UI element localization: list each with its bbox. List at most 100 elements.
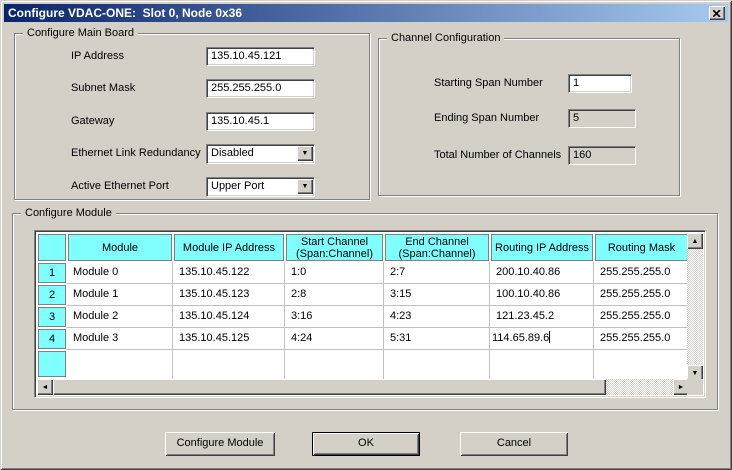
vertical-scrollbar-track[interactable]	[687, 249, 703, 365]
up-arrow-icon: ▲	[692, 238, 699, 245]
row-header-filler-cell	[38, 351, 66, 377]
table-cell[interactable]: Module 1	[67, 284, 173, 306]
row-header[interactable]: 3	[38, 307, 66, 327]
module-table: ModuleModule IP AddressStart Channel (Sp…	[34, 230, 706, 398]
left-arrow-icon: ◄	[42, 384, 49, 391]
row-header-filler	[37, 350, 67, 379]
starting-span-value: 1	[573, 77, 579, 89]
table-row: 4Module 3135.10.45.1254:245:31114.65.89.…	[37, 328, 689, 350]
scroll-left-button[interactable]: ◄	[37, 379, 53, 395]
table-cell[interactable]: 3:15	[384, 284, 490, 306]
empty-cell	[67, 350, 173, 379]
channel-config-group-label: Channel Configuration	[387, 32, 504, 45]
table-cell[interactable]: 255.255.255.0	[594, 306, 689, 328]
gateway-label: Gateway	[71, 112, 114, 131]
column-header: End Channel (Span:Channel)	[385, 234, 489, 261]
starting-span-input[interactable]: 1	[568, 74, 632, 93]
active-ethernet-port-select[interactable]: Upper Port ▼	[206, 177, 315, 197]
total-channels-label: Total Number of Channels	[434, 146, 561, 165]
active-ethernet-port-dropdown-button[interactable]: ▼	[297, 179, 313, 194]
ending-span-input: 5	[568, 109, 636, 128]
table-cell[interactable]: 135.10.45.122	[173, 262, 285, 284]
table-cell[interactable]: 1:0	[285, 262, 384, 284]
table-cell[interactable]: 2:7	[384, 262, 490, 284]
table-cell[interactable]: 3:16	[285, 306, 384, 328]
ending-span-value: 5	[573, 112, 579, 124]
table-cell[interactable]: Module 2	[67, 306, 173, 328]
table-cell[interactable]: 121.23.45.2	[490, 306, 594, 328]
ip-address-value: 135.10.45.121	[211, 50, 281, 62]
corner-header-cell	[38, 234, 66, 261]
starting-span-label: Starting Span Number	[434, 74, 543, 93]
table-header-row: ModuleModule IP AddressStart Channel (Sp…	[37, 233, 689, 262]
empty-cell	[384, 350, 490, 379]
active-ethernet-port-value: Upper Port	[211, 180, 264, 192]
total-channels-value: 160	[573, 149, 591, 161]
total-channels-input: 160	[568, 146, 636, 165]
configure-module-button[interactable]: Configure Module	[165, 432, 275, 456]
table-cell[interactable]: Module 0	[67, 262, 173, 284]
ip-address-input[interactable]: 135.10.45.121	[206, 47, 315, 66]
channel-config-group: Channel Configuration Starting Span Numb…	[378, 38, 680, 196]
row-header[interactable]: 2	[38, 285, 66, 305]
subnet-mask-label: Subnet Mask	[71, 79, 135, 98]
column-header: Start Channel (Span:Channel)	[286, 234, 383, 261]
ending-span-label: Ending Span Number	[434, 109, 539, 128]
down-arrow-icon: ▼	[692, 370, 699, 377]
table-cell[interactable]: 4:24	[285, 328, 384, 350]
horizontal-scrollbar-thumb[interactable]	[53, 379, 606, 395]
text-caret	[549, 331, 550, 343]
table-cell[interactable]: 100.10.40.86	[490, 284, 594, 306]
empty-cell	[285, 350, 384, 379]
scrollbar-corner	[687, 379, 703, 395]
table-cell[interactable]: 200.10.40.86	[490, 262, 594, 284]
gateway-input[interactable]: 135.10.45.1	[206, 112, 315, 131]
scroll-up-button[interactable]: ▲	[687, 233, 703, 249]
table-cell[interactable]: 255.255.255.0	[594, 284, 689, 306]
table-cell[interactable]: 135.10.45.123	[173, 284, 285, 306]
row-header[interactable]: 4	[38, 329, 66, 349]
table-cell[interactable]: 2:8	[285, 284, 384, 306]
column-header: Module	[68, 234, 172, 261]
chevron-down-icon: ▼	[302, 150, 309, 157]
title-bar[interactable]: Configure VDAC-ONE: Slot 0, Node 0x36	[4, 4, 728, 22]
ethernet-link-redundancy-label: Ethernet Link Redundancy	[71, 144, 201, 163]
table-cell[interactable]: 255.255.255.0	[594, 262, 689, 284]
table-row: 2Module 1135.10.45.1232:83:15100.10.40.8…	[37, 284, 689, 306]
right-arrow-icon: ►	[678, 384, 685, 391]
ok-button[interactable]: OK	[312, 432, 420, 456]
empty-cell	[594, 350, 689, 379]
row-header[interactable]: 1	[38, 263, 66, 283]
configure-module-group: Configure Module ModuleModule IP Address…	[12, 213, 718, 410]
table-row: 3Module 2135.10.45.1243:164:23121.23.45.…	[37, 306, 689, 328]
cancel-button[interactable]: Cancel	[460, 432, 568, 456]
table-cell[interactable]: 135.10.45.125	[173, 328, 285, 350]
active-ethernet-port-label: Active Ethernet Port	[71, 177, 169, 196]
close-icon	[713, 10, 721, 17]
table-cell[interactable]: 114.65.89.6	[490, 328, 594, 350]
table-cell[interactable]: Module 3	[67, 328, 173, 350]
table-empty-area	[37, 350, 689, 379]
dialog-window: Configure VDAC-ONE: Slot 0, Node 0x36 Co…	[0, 0, 732, 470]
table-cell[interactable]: 135.10.45.124	[173, 306, 285, 328]
close-button[interactable]	[709, 6, 725, 20]
table-cell[interactable]: 255.255.255.0	[594, 328, 689, 350]
table-cell[interactable]: 4:23	[384, 306, 490, 328]
table-row: 1Module 0135.10.45.1221:02:7200.10.40.86…	[37, 262, 689, 284]
table-cell[interactable]: 5:31	[384, 328, 490, 350]
row-header-cell: 2	[37, 284, 67, 306]
main-board-group: Configure Main Board IP Address 135.10.4…	[14, 33, 370, 200]
ethernet-link-redundancy-value: Disabled	[211, 147, 254, 159]
column-header: Routing Mask	[595, 234, 688, 261]
subnet-mask-input[interactable]: 255.255.255.0	[206, 79, 315, 98]
row-header-cell: 3	[37, 306, 67, 328]
subnet-mask-value: 255.255.255.0	[211, 82, 281, 94]
horizontal-scrollbar-track[interactable]	[606, 379, 673, 395]
configure-module-group-label: Configure Module	[21, 207, 116, 220]
column-header: Module IP Address	[174, 234, 284, 261]
horizontal-scrollbar[interactable]: ◄ ►	[37, 379, 689, 395]
ethernet-link-redundancy-select[interactable]: Disabled ▼	[206, 144, 315, 164]
ethernet-link-redundancy-dropdown-button[interactable]: ▼	[297, 146, 313, 161]
vertical-scrollbar[interactable]: ▲ ▼	[687, 233, 703, 381]
row-header-cell: 4	[37, 328, 67, 350]
